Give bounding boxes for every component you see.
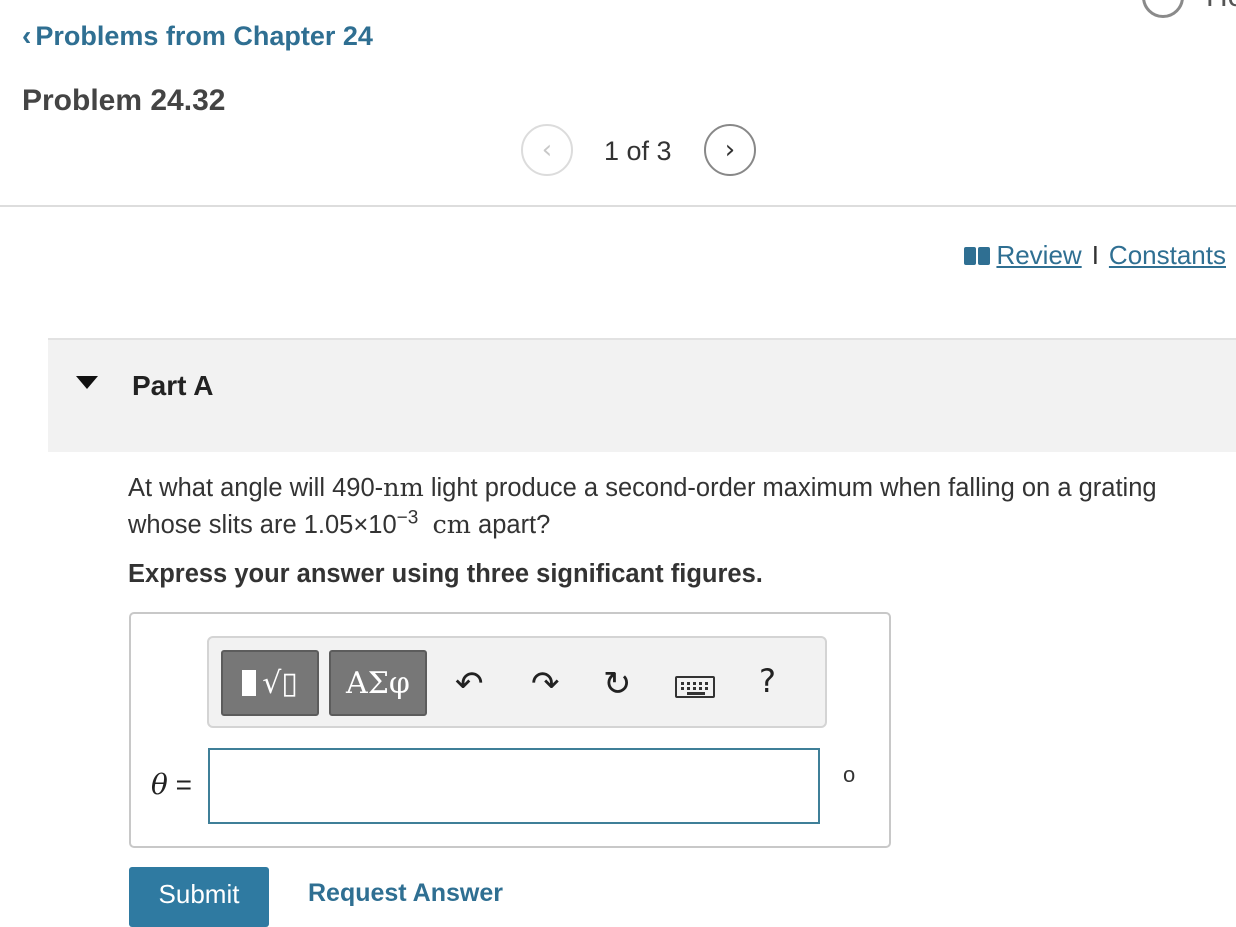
math-toolbar: √▯ ΑΣφ ↶ ↷ ↻ ? <box>207 636 827 728</box>
submit-button[interactable]: Submit <box>129 867 269 927</box>
book-icon <box>964 246 991 265</box>
chevron-left-icon: ‹ <box>22 20 32 51</box>
previous-button[interactable]: ‹ <box>521 124 573 176</box>
answer-variable-label: θ = <box>151 768 192 801</box>
unit-nm: nm <box>383 473 424 503</box>
collapse-caret-icon[interactable] <box>76 376 98 389</box>
undo-icon[interactable]: ↶ <box>455 664 484 704</box>
answer-panel: √▯ ΑΣφ ↶ ↷ ↻ ? θ = o <box>129 612 891 848</box>
review-link[interactable]: Review <box>996 240 1081 271</box>
problem-title: Problem 24.32 <box>22 84 226 117</box>
back-link-label: Problems from Chapter 24 <box>35 20 373 51</box>
exponent: −3 <box>396 507 419 529</box>
back-to-chapter-link[interactable]: ‹ Problems from Chapter 24 <box>22 20 373 52</box>
part-header[interactable]: Part A <box>48 338 1236 452</box>
part-label: Part A <box>132 370 214 401</box>
constants-link[interactable]: Constants <box>1109 240 1226 271</box>
question-text: At what angle will 490-nm light produce … <box>128 470 1208 544</box>
link-separator: I <box>1091 240 1099 270</box>
keyboard-icon[interactable] <box>675 676 715 698</box>
help-label[interactable]: He <box>1206 0 1236 14</box>
instruction-text: Express your answer using three signific… <box>128 560 763 588</box>
answer-input[interactable] <box>208 748 820 824</box>
radical-icon: √▯ <box>262 665 298 701</box>
equals-sign: = <box>167 769 192 800</box>
templates-button[interactable]: √▯ <box>221 650 319 716</box>
degree-unit: o <box>843 762 856 787</box>
reset-icon[interactable]: ↻ <box>603 664 632 704</box>
redo-icon[interactable]: ↷ <box>531 664 560 704</box>
pager-indicator: 1 of 3 <box>604 136 672 166</box>
unit-cm: cm <box>432 510 471 540</box>
question-text-a: At what angle will 490- <box>128 474 384 502</box>
help-icon[interactable] <box>1142 0 1184 18</box>
resource-links: Review I Constants <box>964 240 1226 271</box>
math-help-button[interactable]: ? <box>759 662 776 700</box>
theta-symbol: θ <box>151 768 168 801</box>
next-button[interactable]: › <box>704 124 756 176</box>
greek-symbols-button[interactable]: ΑΣφ <box>329 650 427 716</box>
header-divider <box>0 205 1236 207</box>
chevron-right-icon: › <box>724 135 736 165</box>
question-text-c: apart? <box>470 511 551 539</box>
review-link-wrap[interactable]: Review <box>964 240 1082 271</box>
chevron-left-icon: ‹ <box>541 135 553 165</box>
template-block-icon <box>242 670 257 696</box>
